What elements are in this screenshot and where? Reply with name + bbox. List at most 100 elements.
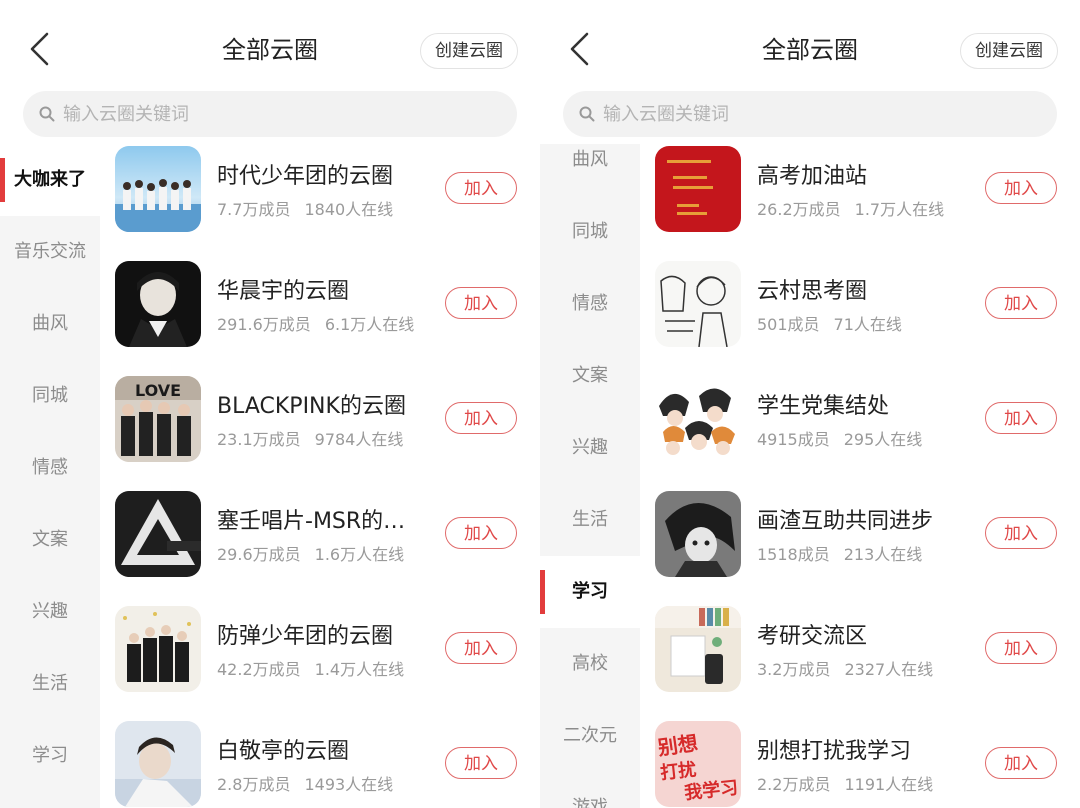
join-button[interactable]: 加入 — [445, 402, 517, 434]
sidebar-item-emotion[interactable]: 情感 — [0, 432, 100, 504]
sidebar-item-copywriting[interactable]: 文案 — [540, 340, 640, 412]
member-count: 501成员 — [757, 315, 820, 334]
circle-avatar — [655, 376, 741, 462]
create-circle-button[interactable]: 创建云圈 — [960, 33, 1058, 69]
circle-avatar — [115, 146, 201, 232]
sidebar-item-local[interactable]: 同城 — [540, 196, 640, 268]
member-count: 2.2万成员 — [757, 775, 831, 794]
online-count: 71人在线 — [833, 315, 902, 334]
list-item[interactable]: 高考加油站 26.2万成员 1.7万人在线 加入 — [640, 144, 1080, 259]
circle-stats: 4915成员 295人在线 — [757, 426, 922, 450]
circle-name: 防弹少年团的云圈 — [217, 624, 394, 649]
join-button[interactable]: 加入 — [985, 287, 1057, 319]
thumb-text: LOVE — [135, 381, 181, 400]
join-button[interactable]: 加入 — [985, 747, 1057, 779]
join-button[interactable]: 加入 — [985, 402, 1057, 434]
circle-avatar — [655, 491, 741, 577]
search-icon — [579, 106, 595, 122]
search-bar[interactable] — [23, 91, 517, 137]
list-item[interactable]: 别想 打扰 我学习 别想打扰我学习 2.2万成员 1191人在线 加入 — [640, 719, 1080, 808]
circle-stats: 291.6万成员 6.1万人在线 — [217, 311, 414, 335]
sidebar-item-hobby[interactable]: 兴趣 — [0, 576, 100, 648]
list-item[interactable]: 时代少年团的云圈 7.7万成员 1840人在线 加入 — [100, 144, 540, 259]
join-button[interactable]: 加入 — [445, 172, 517, 204]
list-item[interactable]: 华晨宇的云圈 291.6万成员 6.1万人在线 加入 — [100, 259, 540, 374]
list-item[interactable]: 画渣互助共同进步 1518成员 213人在线 加入 — [640, 489, 1080, 604]
member-count: 42.2万成员 — [217, 660, 301, 679]
circle-name: 云村思考圈 — [757, 279, 868, 304]
circle-avatar — [655, 606, 741, 692]
online-count: 295人在线 — [843, 430, 923, 449]
svg-text:打扰: 打扰 — [659, 758, 697, 784]
member-count: 7.7万成员 — [217, 200, 291, 219]
sidebar-item-games[interactable]: 游戏 — [540, 772, 640, 808]
search-bar[interactable] — [563, 91, 1057, 137]
right-panel: 全部云圈 创建云圈 曲风 同城 情感 文案 兴趣 生活 学习 高校 二次元 游戏… — [540, 0, 1080, 808]
list-item[interactable]: 学生党集结处 4915成员 295人在线 加入 — [640, 374, 1080, 489]
sidebar-item-genre[interactable]: 曲风 — [0, 288, 100, 360]
sidebar-item-study[interactable]: 学习 — [540, 556, 640, 628]
circle-stats: 26.2万成员 1.7万人在线 — [757, 196, 944, 220]
join-button[interactable]: 加入 — [445, 632, 517, 664]
list-item[interactable]: 白敬亭的云圈 2.8万成员 1493人在线 加入 — [100, 719, 540, 808]
circle-avatar — [115, 491, 201, 577]
circle-name: 考研交流区 — [757, 624, 868, 649]
list-item[interactable]: 防弹少年团的云圈 42.2万成员 1.4万人在线 加入 — [100, 604, 540, 719]
search-input[interactable] — [603, 91, 1023, 137]
list-item[interactable]: LOVE BLACKPINK的云圈 23.1万成员 9784人在线 加入 — [100, 374, 540, 489]
sidebar-item-genre[interactable]: 曲风 — [540, 144, 640, 196]
sidebar-item-study[interactable]: 学习 — [0, 720, 100, 792]
online-count: 1191人在线 — [844, 775, 934, 794]
join-button[interactable]: 加入 — [985, 632, 1057, 664]
search-icon — [39, 106, 55, 122]
create-circle-button[interactable]: 创建云圈 — [420, 33, 518, 69]
online-count: 1840人在线 — [304, 200, 394, 219]
list-item[interactable]: 考研交流区 3.2万成员 2327人在线 加入 — [640, 604, 1080, 719]
member-count: 291.6万成员 — [217, 315, 311, 334]
member-count: 23.1万成员 — [217, 430, 301, 449]
search-input[interactable] — [63, 91, 483, 137]
circle-stats: 1518成员 213人在线 — [757, 541, 922, 565]
circle-stats: 23.1万成员 9784人在线 — [217, 426, 403, 450]
sidebar-item-music[interactable]: 音乐交流 — [0, 216, 100, 288]
circle-name: 画渣互助共同进步 — [757, 509, 934, 534]
circle-avatar — [115, 261, 201, 347]
list-item[interactable]: 云村思考圈 501成员 71人在线 加入 — [640, 259, 1080, 374]
circle-stats: 3.2万成员 2327人在线 — [757, 656, 933, 680]
sidebar-item-hobby[interactable]: 兴趣 — [540, 412, 640, 484]
header: 全部云圈 创建云圈 — [0, 0, 540, 90]
join-button[interactable]: 加入 — [445, 747, 517, 779]
join-button[interactable]: 加入 — [445, 517, 517, 549]
list-item[interactable]: 塞壬唱片-MSR的云圈 29.6万成员 1.6万人在线 加入 — [100, 489, 540, 604]
sidebar-item-life[interactable]: 生活 — [540, 484, 640, 556]
online-count: 1493人在线 — [304, 775, 394, 794]
circle-name: 别想打扰我学习 — [757, 739, 912, 764]
sidebar-item-dakalaile[interactable]: 大咖来了 — [0, 144, 100, 216]
circle-stats: 29.6万成员 1.6万人在线 — [217, 541, 404, 565]
member-count: 1518成员 — [757, 545, 830, 564]
sidebar-item-local[interactable]: 同城 — [0, 360, 100, 432]
sidebar-item-college[interactable]: 高校 — [540, 628, 640, 700]
circle-stats: 42.2万成员 1.4万人在线 — [217, 656, 404, 680]
circle-stats: 2.8万成员 1493人在线 — [217, 771, 393, 795]
sidebar-item-life[interactable]: 生活 — [0, 648, 100, 720]
sidebar-item-copywriting[interactable]: 文案 — [0, 504, 100, 576]
online-count: 1.7万人在线 — [854, 200, 945, 219]
member-count: 3.2万成员 — [757, 660, 831, 679]
circle-avatar: LOVE — [115, 376, 201, 462]
circle-stats: 2.2万成员 1191人在线 — [757, 771, 933, 795]
left-panel: 全部云圈 创建云圈 大咖来了 音乐交流 曲风 同城 情感 文案 兴趣 生活 学习… — [0, 0, 540, 808]
join-button[interactable]: 加入 — [985, 517, 1057, 549]
member-count: 2.8万成员 — [217, 775, 291, 794]
online-count: 1.4万人在线 — [314, 660, 405, 679]
category-sidebar: 大咖来了 音乐交流 曲风 同城 情感 文案 兴趣 生活 学习 — [0, 144, 100, 808]
member-count: 26.2万成员 — [757, 200, 841, 219]
sidebar-item-emotion[interactable]: 情感 — [540, 268, 640, 340]
sidebar-item-anime[interactable]: 二次元 — [540, 700, 640, 772]
circle-list: 时代少年团的云圈 7.7万成员 1840人在线 加入 华晨宇的云圈 291.6万成… — [100, 144, 540, 808]
online-count: 9784人在线 — [314, 430, 404, 449]
join-button[interactable]: 加入 — [445, 287, 517, 319]
online-count: 6.1万人在线 — [324, 315, 415, 334]
join-button[interactable]: 加入 — [985, 172, 1057, 204]
member-count: 4915成员 — [757, 430, 830, 449]
